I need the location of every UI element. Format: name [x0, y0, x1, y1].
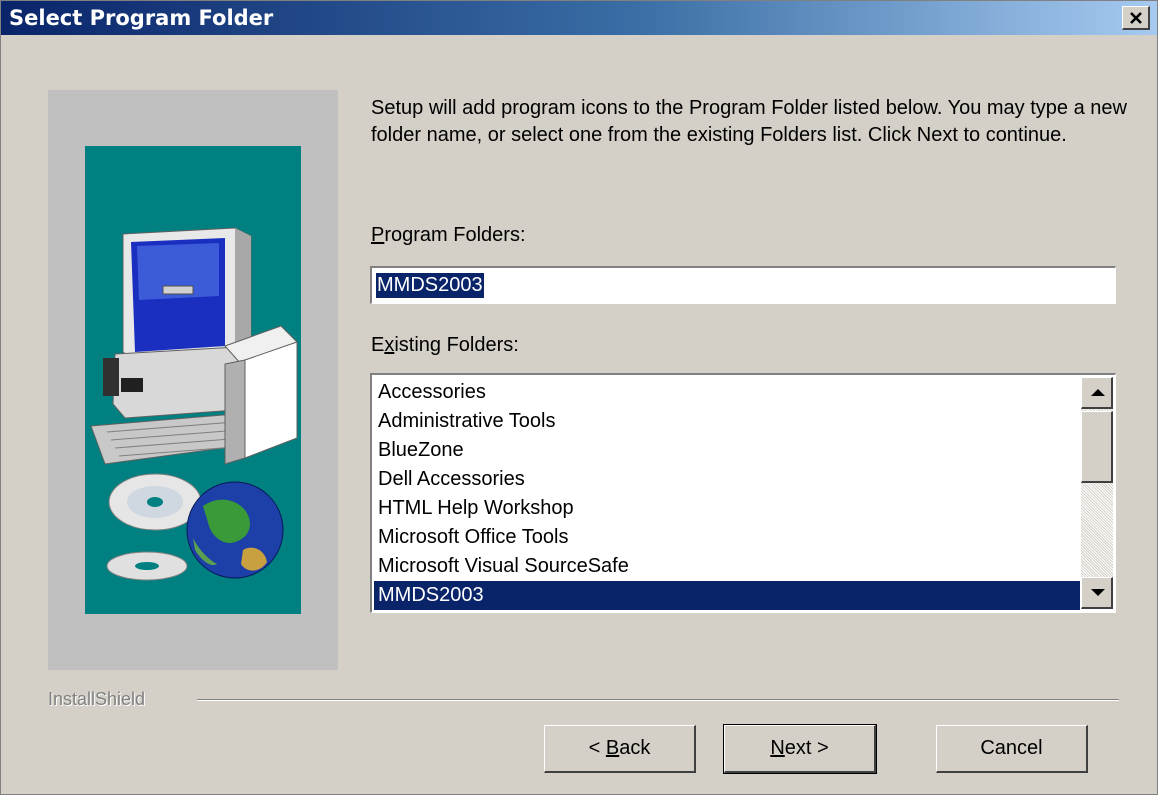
existing-folders-label: Existing Folders: [371, 334, 519, 357]
setup-illustration-panel [48, 90, 338, 670]
list-item[interactable]: HTML Help Workshop [374, 494, 1080, 523]
scroll-down-button[interactable] [1081, 577, 1113, 609]
folder-list-items: Accessories Administrative Tools BlueZon… [374, 378, 1080, 610]
footer-divider [197, 699, 1119, 701]
instructions-text: Setup will add program icons to the Prog… [371, 97, 1127, 146]
back-prefix: < [588, 737, 606, 759]
existing-folders-label-rest: isting Folders: [394, 334, 519, 356]
dialog-title: Select Program Folder [9, 6, 274, 30]
list-item[interactable]: Microsoft Office Tools [374, 523, 1080, 552]
program-folder-input[interactable]: MMDS2003 [370, 266, 1116, 304]
list-item[interactable]: Microsoft Visual SourceSafe [374, 552, 1080, 581]
cancel-button[interactable]: Cancel [936, 725, 1088, 773]
list-item[interactable]: BlueZone [374, 436, 1080, 465]
list-item[interactable]: Administrative Tools [374, 407, 1080, 436]
existing-folders-hotkey: x [384, 334, 395, 356]
title-bar[interactable]: Select Program Folder [1, 1, 1157, 35]
setup-dialog: Select Program Folder Setup will add pro… [0, 0, 1158, 795]
program-folder-value: MMDS2003 [376, 273, 484, 298]
installshield-brand: InstallShield [48, 689, 146, 709]
list-scrollbar[interactable] [1081, 377, 1113, 609]
program-folders-label: Program Folders: [371, 224, 526, 247]
next-label-rest: ext > [784, 737, 829, 759]
list-item-selected[interactable]: MMDS2003 [374, 581, 1080, 610]
arrow-down-icon [1091, 589, 1105, 596]
next-hotkey: N [770, 737, 785, 759]
program-folders-label-rest: rogram Folders: [384, 224, 526, 246]
existing-folders-list[interactable]: Accessories Administrative Tools BlueZon… [370, 373, 1116, 613]
next-button[interactable]: Next > [723, 724, 877, 774]
setup-illustration [85, 146, 301, 614]
back-hotkey: B [605, 737, 620, 759]
back-button[interactable]: < Back [544, 725, 696, 773]
scroll-up-button[interactable] [1081, 377, 1113, 409]
globe-icon [186, 481, 284, 579]
software-box-icon [224, 325, 298, 465]
arrow-up-icon [1091, 389, 1105, 396]
list-item[interactable]: Dell Accessories [374, 465, 1080, 494]
existing-folders-label-pre: E [371, 334, 385, 356]
program-folders-hotkey: P [371, 224, 385, 246]
list-item[interactable]: Accessories [374, 378, 1080, 407]
scroll-thumb[interactable] [1081, 411, 1113, 483]
close-icon [1129, 11, 1142, 24]
computer-and-globe-illustration [90, 227, 298, 581]
close-button[interactable] [1122, 6, 1150, 30]
back-label-rest: ack [619, 737, 651, 759]
